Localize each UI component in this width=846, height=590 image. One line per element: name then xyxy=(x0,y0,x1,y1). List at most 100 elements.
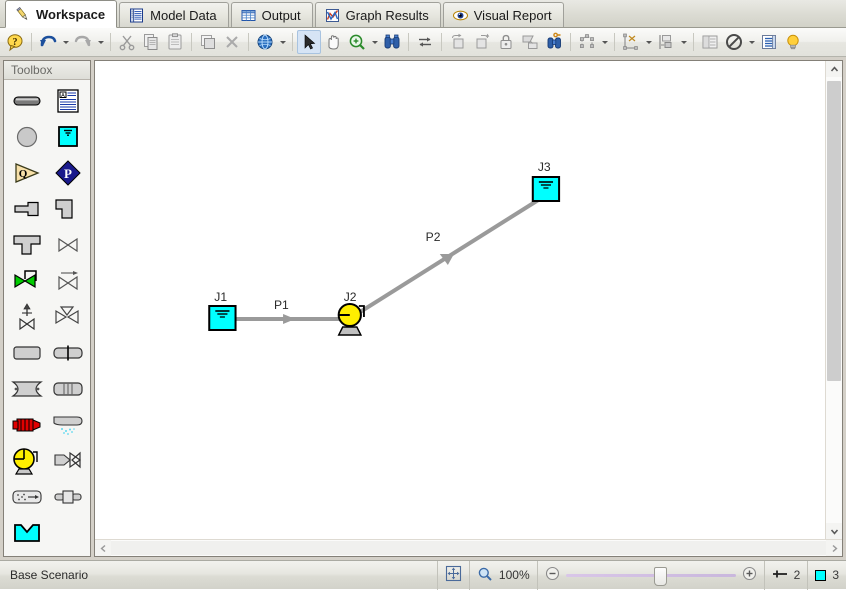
disable-object-button[interactable] xyxy=(722,30,746,54)
scroll-down-button[interactable] xyxy=(826,523,842,539)
check-valve-tool[interactable] xyxy=(49,265,87,297)
pipe-label-P2: P2 xyxy=(426,230,441,244)
node-J1[interactable] xyxy=(209,306,235,330)
annotation-tool[interactable]: A xyxy=(49,85,87,117)
pipe-P2[interactable] xyxy=(357,199,540,314)
scroll-up-button[interactable] xyxy=(826,61,842,77)
general-component-tool[interactable] xyxy=(49,481,87,513)
toolbar-separator xyxy=(292,33,293,51)
dead-end-tool[interactable] xyxy=(8,193,46,225)
control-valve-tool[interactable] xyxy=(8,265,46,297)
screen-tool[interactable] xyxy=(8,481,46,513)
scroll-left-button[interactable] xyxy=(95,540,111,556)
global-button[interactable] xyxy=(253,30,277,54)
flip-direction-button[interactable] xyxy=(413,30,437,54)
relief-valve-tool[interactable] xyxy=(8,301,46,333)
bring-to-front-button[interactable] xyxy=(446,30,470,54)
help-button[interactable]: ? xyxy=(3,30,27,54)
horizontal-scrollbar[interactable] xyxy=(95,539,842,556)
venturi-tool[interactable] xyxy=(8,373,46,405)
find-button[interactable] xyxy=(380,30,404,54)
horizontal-scroll-thumb[interactable] xyxy=(111,541,826,555)
tab-output[interactable]: Output xyxy=(231,2,313,27)
jet-pump-tool[interactable] xyxy=(49,445,87,477)
lock-button[interactable] xyxy=(494,30,518,54)
zoom-dropdown-arrow[interactable] xyxy=(369,30,380,54)
pan-tool-button[interactable] xyxy=(321,30,345,54)
redo-dropdown-arrow[interactable] xyxy=(95,30,106,54)
object-properties-button[interactable] xyxy=(698,30,722,54)
vertical-scroll-track[interactable] xyxy=(826,77,842,523)
branch-junction-tool[interactable] xyxy=(8,121,46,153)
bend-tool[interactable] xyxy=(49,193,87,225)
zoom-slider[interactable] xyxy=(566,567,736,583)
redo-arrow-icon xyxy=(73,32,93,52)
pipe-tool[interactable] xyxy=(8,85,46,117)
list-view-button[interactable] xyxy=(757,30,781,54)
undo-button[interactable] xyxy=(36,30,60,54)
duplicate-button[interactable] xyxy=(196,30,220,54)
tank-junction-tool[interactable] xyxy=(49,121,87,153)
find-object-button[interactable] xyxy=(542,30,566,54)
tee-tool[interactable] xyxy=(8,229,46,261)
redo-button[interactable] xyxy=(71,30,95,54)
node-J2[interactable] xyxy=(339,304,364,335)
hint-button[interactable] xyxy=(781,30,805,54)
hand-icon xyxy=(323,32,343,52)
minus-circle-icon[interactable] xyxy=(545,566,560,584)
alignment-button[interactable] xyxy=(619,30,643,54)
assigned-flow-tool[interactable]: Q xyxy=(8,157,46,189)
node-label-J3: J3 xyxy=(538,160,551,174)
paste-button[interactable] xyxy=(163,30,187,54)
fit-to-window-icon[interactable] xyxy=(445,565,462,585)
chart-icon xyxy=(324,7,341,24)
send-to-back-button[interactable] xyxy=(470,30,494,54)
orifice-tool[interactable] xyxy=(49,337,87,369)
reservoir-tool[interactable] xyxy=(8,337,46,369)
pipe-P1[interactable] xyxy=(225,314,340,324)
alignment-dropdown-arrow[interactable] xyxy=(643,30,654,54)
tab-graph-results[interactable]: Graph Results xyxy=(315,2,441,27)
plus-circle-icon[interactable] xyxy=(742,566,757,584)
assigned-pressure-tool[interactable]: P xyxy=(49,157,87,189)
grouping-dropdown-arrow[interactable] xyxy=(678,30,689,54)
scroll-right-button[interactable] xyxy=(826,540,842,556)
tee-icon xyxy=(11,232,43,258)
select-tool-button[interactable] xyxy=(297,30,321,54)
workspace-layers-dropdown-arrow[interactable] xyxy=(599,30,610,54)
undo-dropdown-arrow[interactable] xyxy=(60,30,71,54)
heat-exchanger-tool[interactable] xyxy=(49,373,87,405)
workspace-layers-button[interactable] xyxy=(575,30,599,54)
cut-button[interactable] xyxy=(115,30,139,54)
delete-button[interactable] xyxy=(220,30,244,54)
disable-dropdown-arrow[interactable] xyxy=(746,30,757,54)
tab-workspace[interactable]: Workspace xyxy=(5,0,117,28)
binoculars-key-icon xyxy=(544,32,564,52)
zoom-slider-thumb[interactable] xyxy=(654,567,667,586)
pump-tool[interactable] xyxy=(8,445,46,477)
liquid-pool-tool[interactable] xyxy=(8,517,46,549)
node-label-J2: J2 xyxy=(344,290,357,304)
grouping-button[interactable] xyxy=(654,30,678,54)
spray-discharge-tool[interactable] xyxy=(49,409,87,441)
zoom-tool-button[interactable] xyxy=(345,30,369,54)
annotations-button[interactable] xyxy=(518,30,542,54)
pipe-count-label: 2 xyxy=(794,568,801,582)
node-J3[interactable] xyxy=(533,177,559,201)
global-dropdown-arrow[interactable] xyxy=(277,30,288,54)
valve-tool[interactable] xyxy=(49,229,87,261)
magnifier-icon[interactable] xyxy=(477,566,493,585)
tab-visual-report[interactable]: Visual Report xyxy=(443,2,564,27)
annotation-icon xyxy=(520,32,540,52)
vertical-scrollbar[interactable] xyxy=(825,61,842,539)
toolbox-grid: A xyxy=(4,80,90,556)
vertical-scroll-thumb[interactable] xyxy=(827,81,841,381)
copy-button[interactable] xyxy=(139,30,163,54)
jet-pump-icon xyxy=(52,449,84,473)
cyan-pool-icon xyxy=(12,522,42,544)
tab-model-data[interactable]: Model Data xyxy=(119,2,228,27)
positive-displacement-tool[interactable] xyxy=(8,409,46,441)
horizontal-scroll-track[interactable] xyxy=(111,540,826,556)
workspace-canvas[interactable]: J1 J2 J3 P1 P2 xyxy=(95,61,825,539)
three-way-valve-tool[interactable] xyxy=(49,301,87,333)
